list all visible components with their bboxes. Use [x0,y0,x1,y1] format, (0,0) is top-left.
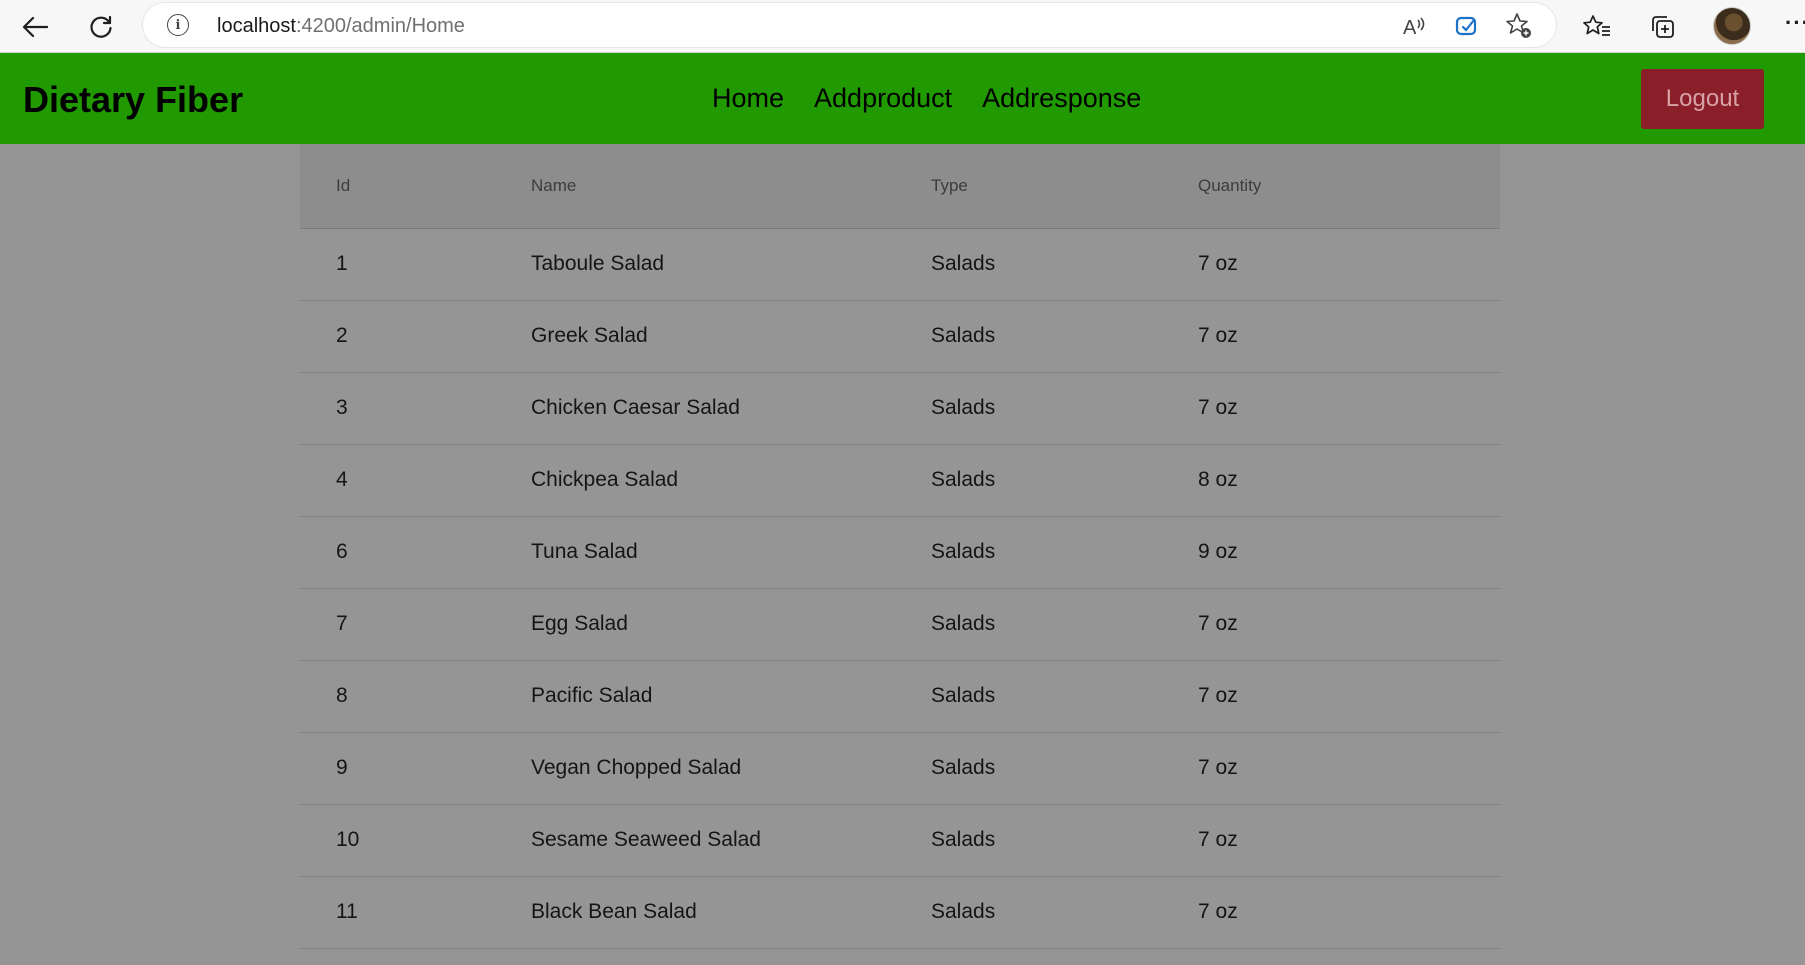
cell-type: Salads [931,516,1198,589]
add-favorite-icon[interactable] [1504,11,1534,41]
cell-quantity: 7 oz [1198,660,1500,733]
cell-name: Tuna Salad [531,516,931,589]
cell-name: Black Bean Salad [531,876,931,949]
logout-button[interactable]: Logout [1641,69,1764,129]
nav-link-home[interactable]: Home [712,83,784,114]
table-header-row: Id Name Type Quantity [300,144,1500,229]
browser-toolbar: i localhost:4200/admin/Home A ··· [0,0,1805,53]
product-table-container: Id Name Type Quantity 1 Taboule Salad Sa… [300,144,1500,949]
cell-id: 3 [300,372,531,445]
cell-type: Salads [931,804,1198,877]
table-row: 8 Pacific Salad Salads 7 oz [300,660,1500,733]
table-row: 6 Tuna Salad Salads 9 oz [300,516,1500,589]
favorites-icon[interactable] [1578,8,1616,46]
cell-name: Vegan Chopped Salad [531,732,931,805]
cell-quantity: 7 oz [1198,804,1500,877]
nav-link-addresponse[interactable]: Addresponse [982,83,1141,114]
cell-type: Salads [931,660,1198,733]
cell-quantity: 7 oz [1198,732,1500,805]
table-row: 11 Black Bean Salad Salads 7 oz [300,876,1500,949]
copilot-icon[interactable] [1452,11,1482,41]
brand-title: Dietary Fiber [23,79,244,120]
header-type: Type [931,144,1198,229]
nav-links: Home Addproduct Addresponse [712,83,1141,114]
cell-type: Salads [931,300,1198,373]
cell-type: Salads [931,444,1198,517]
read-aloud-icon[interactable]: A [1400,11,1430,41]
cell-id: 7 [300,588,531,661]
url-text[interactable]: localhost:4200/admin/Home [217,15,465,38]
cell-quantity: 8 oz [1198,444,1500,517]
cell-name: Chicken Caesar Salad [531,372,931,445]
product-table: Id Name Type Quantity 1 Taboule Salad Sa… [300,144,1500,949]
back-arrow-icon[interactable] [16,8,54,46]
table-row: 1 Taboule Salad Salads 7 oz [300,228,1500,301]
cell-quantity: 7 oz [1198,300,1500,373]
cell-name: Greek Salad [531,300,931,373]
more-icon[interactable]: ··· [1785,10,1805,36]
cell-type: Salads [931,372,1198,445]
cell-name: Egg Salad [531,588,931,661]
cell-quantity: 7 oz [1198,876,1500,949]
site-info-icon[interactable]: i [167,14,189,36]
table-row: 2 Greek Salad Salads 7 oz [300,300,1500,373]
app-navbar: Dietary Fiber Home Addproduct Addrespons… [0,53,1805,144]
cell-name: Taboule Salad [531,228,931,301]
cell-id: 10 [300,804,531,877]
cell-quantity: 7 oz [1198,588,1500,661]
cell-name: Pacific Salad [531,660,931,733]
cell-id: 1 [300,228,531,301]
nav-link-addproduct[interactable]: Addproduct [814,83,952,114]
cell-id: 9 [300,732,531,805]
table-row: 4 Chickpea Salad Salads 8 oz [300,444,1500,517]
header-id: Id [300,144,531,229]
cell-name: Sesame Seaweed Salad [531,804,931,877]
collections-icon[interactable] [1644,8,1682,46]
cell-id: 2 [300,300,531,373]
cell-name: Chickpea Salad [531,444,931,517]
svg-text:A: A [1403,17,1417,38]
cell-id: 4 [300,444,531,517]
table-row: 10 Sesame Seaweed Salad Salads 7 oz [300,804,1500,877]
cell-id: 6 [300,516,531,589]
cell-quantity: 9 oz [1198,516,1500,589]
cell-id: 8 [300,660,531,733]
cell-quantity: 7 oz [1198,228,1500,301]
cell-type: Salads [931,228,1198,301]
table-row: 3 Chicken Caesar Salad Salads 7 oz [300,372,1500,445]
header-quantity: Quantity [1198,144,1500,229]
address-bar[interactable]: i localhost:4200/admin/Home A [143,3,1556,47]
cell-id: 11 [300,876,531,949]
table-row: 7 Egg Salad Salads 7 oz [300,588,1500,661]
table-row: 9 Vegan Chopped Salad Salads 7 oz [300,732,1500,805]
header-name: Name [531,144,931,229]
refresh-icon[interactable] [82,8,120,46]
cell-type: Salads [931,732,1198,805]
cell-type: Salads [931,876,1198,949]
profile-avatar[interactable] [1713,7,1751,45]
cell-type: Salads [931,588,1198,661]
cell-quantity: 7 oz [1198,372,1500,445]
